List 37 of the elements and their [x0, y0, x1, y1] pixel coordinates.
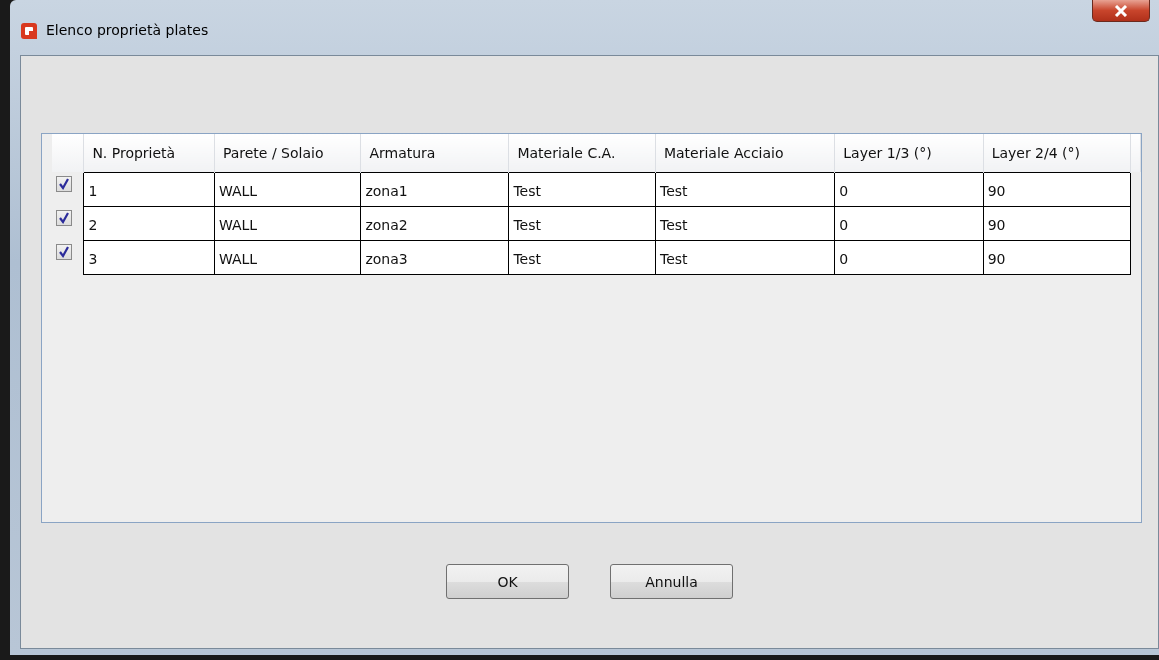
table-cell: Test	[655, 240, 835, 274]
window-title: Elenco proprietà plates	[46, 22, 209, 38]
table-cell: Test	[508, 240, 656, 274]
table-cell: WALL	[214, 206, 361, 240]
table-cell: 90	[983, 240, 1131, 274]
table-cell: zona2	[360, 206, 509, 240]
column-header[interactable]: Materiale C.A.	[508, 134, 656, 172]
table-cell: zona3	[360, 240, 509, 274]
table-cell: Test	[655, 172, 835, 206]
table-cell: 0	[834, 206, 984, 240]
column-header[interactable]: Materiale Acciaio	[655, 134, 835, 172]
close-button[interactable]	[1092, 0, 1150, 22]
table-cell: Test	[508, 172, 656, 206]
app-icon	[20, 22, 38, 40]
column-header[interactable]: Armatura	[360, 134, 509, 172]
table-cell: 3	[83, 240, 215, 274]
table-cell: 90	[983, 206, 1131, 240]
table-cell: 0	[834, 172, 984, 206]
row-checkbox[interactable]	[56, 176, 72, 192]
table-cell: WALL	[214, 172, 361, 206]
table-cell: zona1	[360, 172, 509, 206]
table-cell: 90	[983, 172, 1131, 206]
table-cell: 1	[83, 172, 215, 206]
row-checkbox[interactable]	[56, 210, 72, 226]
close-icon	[1114, 4, 1128, 17]
column-header[interactable]: Parete / Solaio	[214, 134, 361, 172]
column-header[interactable]: Layer 1/3 (°)	[834, 134, 984, 172]
table-cell: WALL	[214, 240, 361, 274]
column-header[interactable]: N. Proprietà	[83, 134, 215, 172]
dialog-button[interactable]: Annulla	[610, 564, 733, 599]
dialog-button[interactable]: OK	[446, 564, 569, 599]
table-cell: 2	[83, 206, 215, 240]
column-header[interactable]: Layer 2/4 (°)	[983, 134, 1131, 172]
table-cell: 0	[834, 240, 984, 274]
table-cell: Test	[655, 206, 835, 240]
table-cell: Test	[508, 206, 656, 240]
row-checkbox[interactable]	[56, 244, 72, 260]
